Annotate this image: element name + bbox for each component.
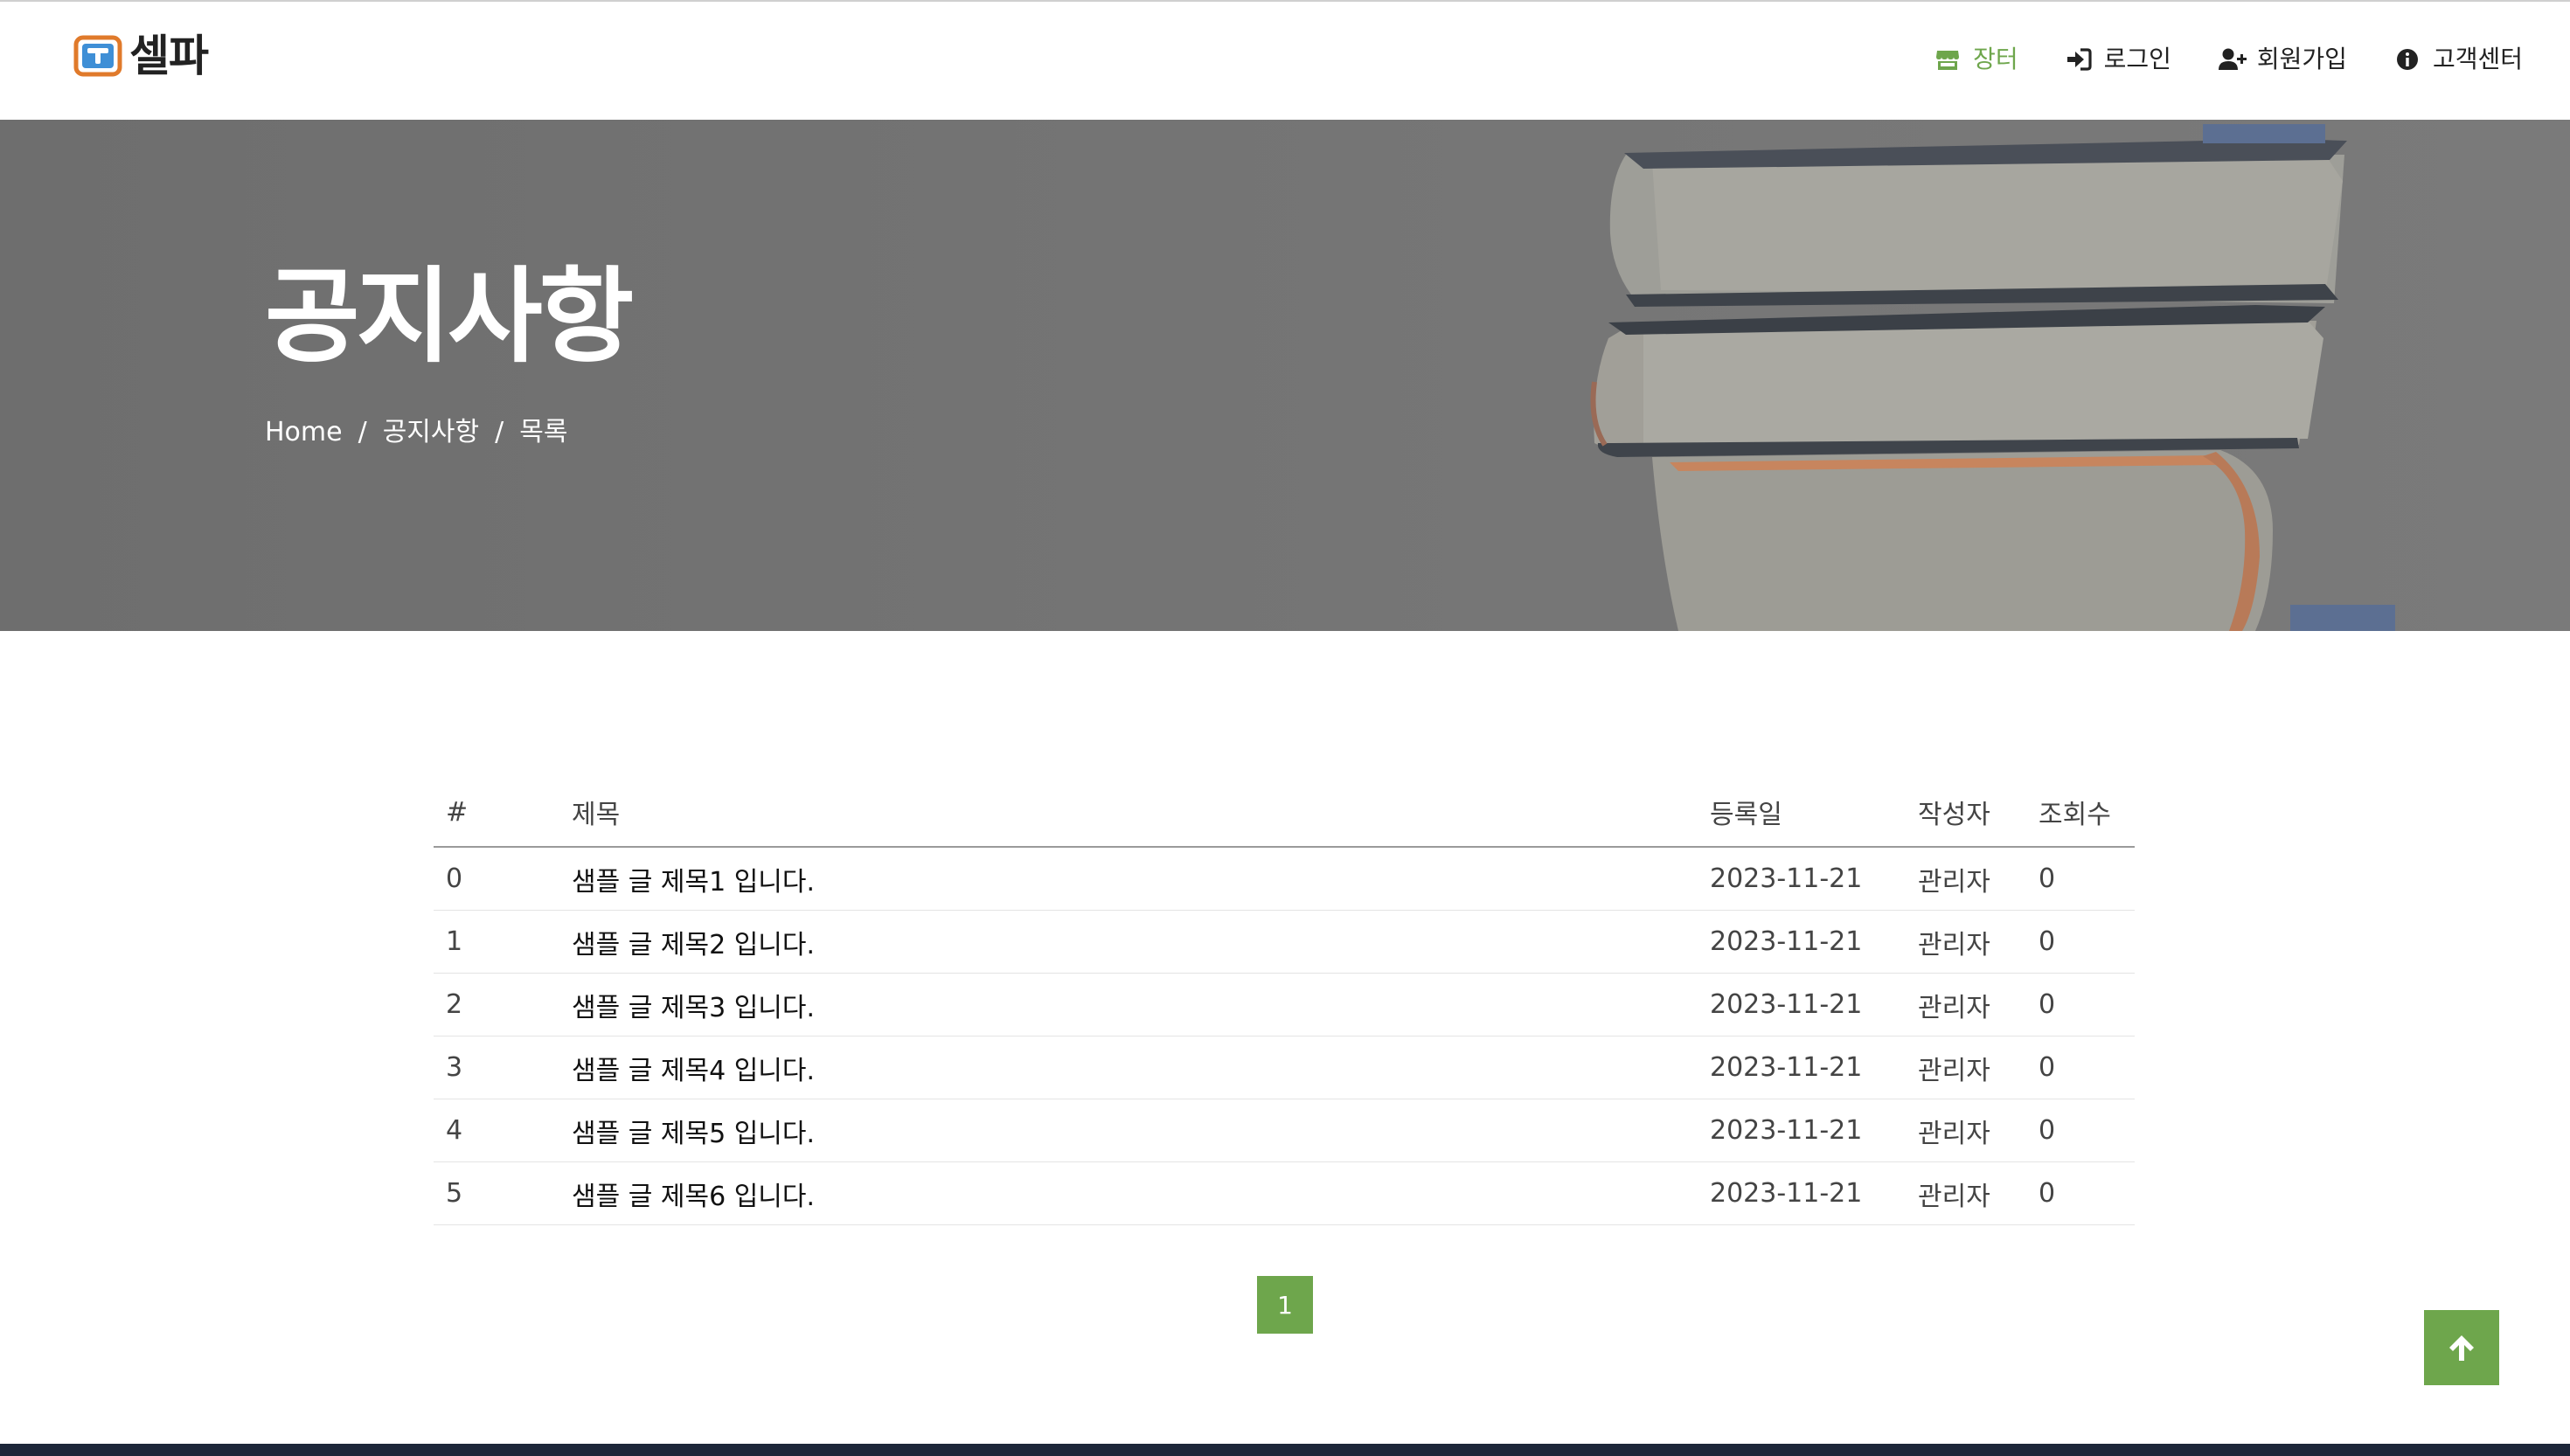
row-number: 0	[434, 847, 559, 911]
row-title-link[interactable]: 샘플 글 제목6 입니다.	[559, 1161, 1698, 1225]
logo-icon	[73, 35, 122, 77]
page-title: 공지사항	[265, 256, 634, 377]
column-header-views: 조회수	[2026, 778, 2135, 848]
column-header-date: 등록일	[1698, 778, 1906, 848]
row-views: 0	[2026, 847, 2135, 911]
row-author: 관리자	[1906, 973, 2026, 1037]
table-row[interactable]: 5 샘플 글 제목6 입니다. 2023-11-21 관리자 0	[434, 1161, 2135, 1225]
row-number: 1	[434, 910, 559, 974]
breadcrumb-separator: /	[358, 417, 367, 447]
row-author: 관리자	[1906, 847, 2026, 911]
table-row[interactable]: 4 샘플 글 제목5 입니다. 2023-11-21 관리자 0	[434, 1099, 2135, 1162]
logo-text: 셀파	[129, 31, 209, 81]
notice-board: # 제목 등록일 작성자 조회수 0 샘플 글 제목1 입니다. 2023-11…	[434, 778, 2135, 1225]
logo[interactable]: 셀파	[73, 31, 209, 81]
row-number: 3	[434, 1036, 559, 1099]
breadcrumb-separator: /	[495, 417, 504, 447]
user-plus-icon	[2218, 46, 2247, 73]
table-row[interactable]: 0 샘플 글 제목1 입니다. 2023-11-21 관리자 0	[434, 847, 2135, 911]
breadcrumb: Home / 공지사항 / 목록	[265, 415, 567, 450]
back-to-top-button[interactable]	[2424, 1310, 2499, 1385]
nav-item-market[interactable]: 장터	[1934, 42, 2018, 77]
column-header-title: 제목	[559, 778, 1698, 848]
table-row[interactable]: 2 샘플 글 제목3 입니다. 2023-11-21 관리자 0	[434, 973, 2135, 1037]
row-views: 0	[2026, 973, 2135, 1037]
nav-item-label: 로그인	[2103, 45, 2171, 73]
books-image	[1590, 124, 2395, 631]
row-title-link[interactable]: 샘플 글 제목5 입니다.	[559, 1099, 1698, 1162]
breadcrumb-current: 목록	[519, 417, 568, 447]
info-circle-icon	[2394, 46, 2421, 73]
nav-item-signup[interactable]: 회원가입	[2218, 42, 2347, 77]
column-header-number: #	[434, 778, 559, 848]
row-author: 관리자	[1906, 1161, 2026, 1225]
column-header-author: 작성자	[1906, 778, 2026, 848]
notice-table: # 제목 등록일 작성자 조회수 0 샘플 글 제목1 입니다. 2023-11…	[434, 778, 2135, 1225]
table-row[interactable]: 1 샘플 글 제목2 입니다. 2023-11-21 관리자 0	[434, 910, 2135, 974]
store-icon	[1934, 46, 1961, 73]
row-title-link[interactable]: 샘플 글 제목1 입니다.	[559, 847, 1698, 911]
row-views: 0	[2026, 1161, 2135, 1225]
row-author: 관리자	[1906, 1036, 2026, 1099]
row-author: 관리자	[1906, 910, 2026, 974]
row-date: 2023-11-21	[1698, 1036, 1906, 1099]
row-date: 2023-11-21	[1698, 973, 1906, 1037]
pagination-page-button[interactable]: 1	[1257, 1276, 1313, 1334]
nav-item-support[interactable]: 고객센터	[2394, 42, 2523, 77]
breadcrumb-notice[interactable]: 공지사항	[383, 415, 479, 450]
breadcrumb-home[interactable]: Home	[265, 415, 343, 450]
row-title-link[interactable]: 샘플 글 제목2 입니다.	[559, 910, 1698, 974]
row-number: 5	[434, 1161, 559, 1225]
row-views: 0	[2026, 910, 2135, 974]
nav-item-label: 고객센터	[2432, 45, 2523, 73]
nav-item-login[interactable]: 로그인	[2066, 42, 2171, 77]
row-views: 0	[2026, 1099, 2135, 1162]
window-bottom-edge	[0, 1444, 2570, 1456]
row-date: 2023-11-21	[1698, 1099, 1906, 1162]
nav-item-label: 회원가입	[2256, 45, 2347, 73]
row-title-link[interactable]: 샘플 글 제목4 입니다.	[559, 1036, 1698, 1099]
row-date: 2023-11-21	[1698, 910, 1906, 974]
site-header: 셀파 장터 로그인 회원가입 고객센터	[0, 2, 2570, 120]
row-author: 관리자	[1906, 1099, 2026, 1162]
row-date: 2023-11-21	[1698, 1161, 1906, 1225]
arrow-up-icon	[2449, 1335, 2474, 1361]
row-number: 4	[434, 1099, 559, 1162]
main-nav: 장터 로그인 회원가입 고객센터	[1887, 42, 2523, 77]
table-row[interactable]: 3 샘플 글 제목4 입니다. 2023-11-21 관리자 0	[434, 1036, 2135, 1099]
row-title-link[interactable]: 샘플 글 제목3 입니다.	[559, 973, 1698, 1037]
row-date: 2023-11-21	[1698, 847, 1906, 911]
row-views: 0	[2026, 1036, 2135, 1099]
hero-banner: 공지사항 Home / 공지사항 / 목록	[0, 120, 2570, 631]
sign-in-icon	[2066, 46, 2092, 73]
nav-item-label: 장터	[1973, 45, 2018, 73]
row-number: 2	[434, 973, 559, 1037]
table-header-row: # 제목 등록일 작성자 조회수	[434, 778, 2135, 848]
